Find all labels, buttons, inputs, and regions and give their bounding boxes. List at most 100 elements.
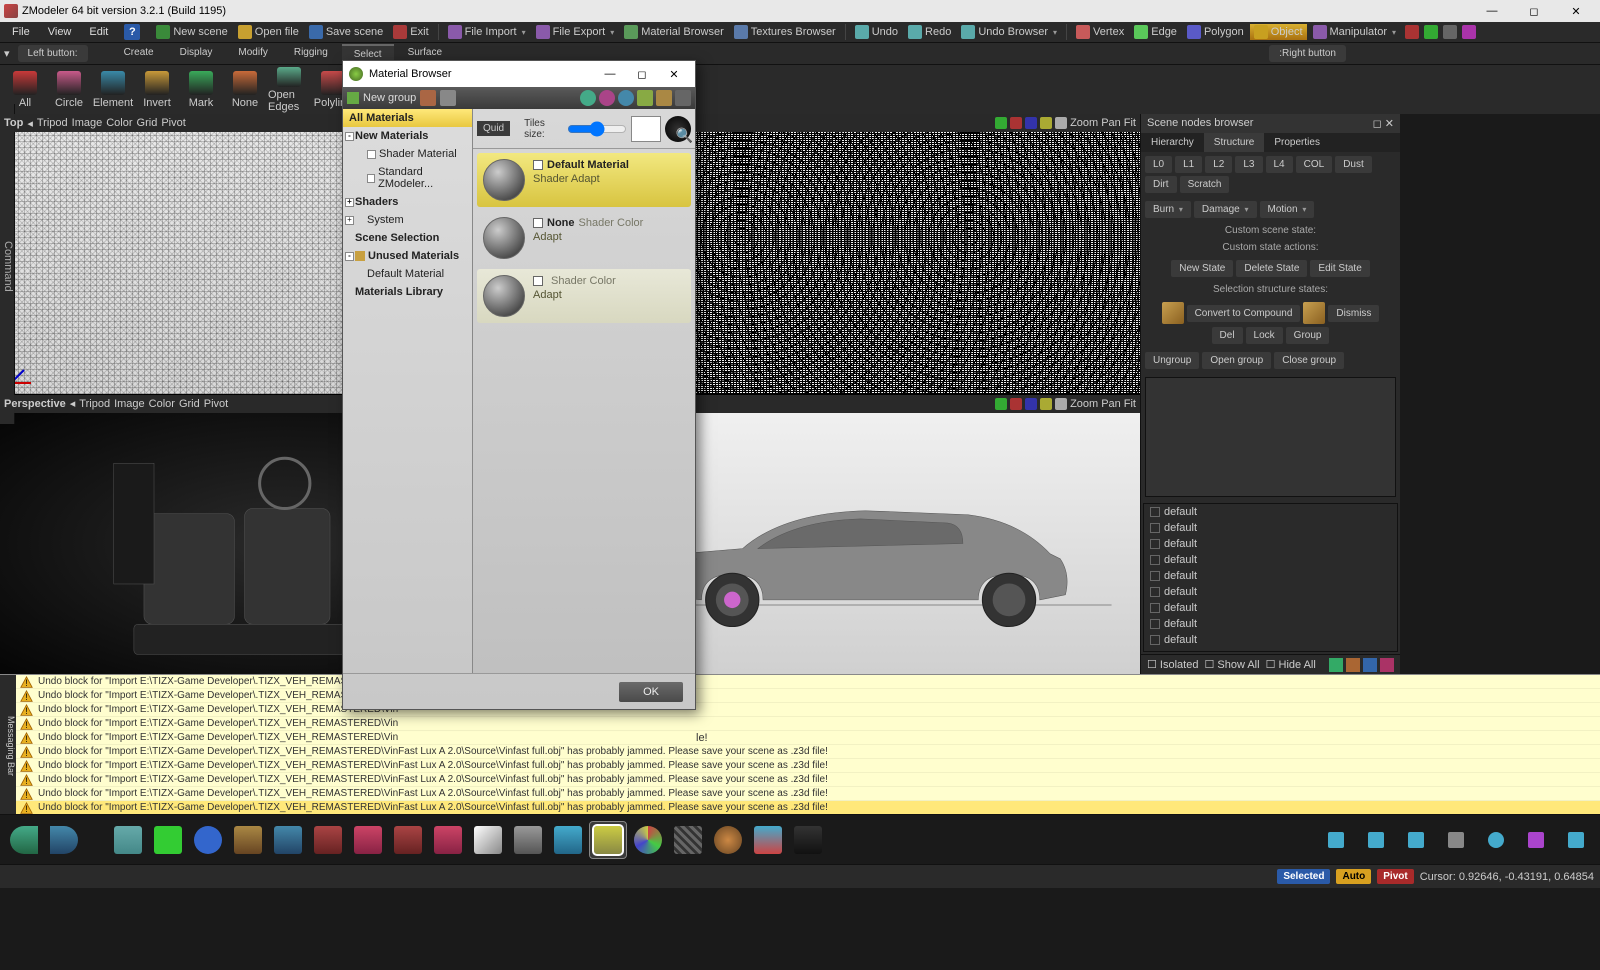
node-item[interactable]: default: [1144, 568, 1397, 584]
tool-icon[interactable]: [750, 822, 786, 858]
tool-icon[interactable]: [630, 822, 666, 858]
material-browser-dialog[interactable]: Material Browser — ◻ ✕ New group All Mat…: [342, 60, 696, 710]
vertex-button[interactable]: Vertex: [1072, 24, 1128, 40]
tool-icon[interactable]: [230, 822, 266, 858]
node-item[interactable]: default: [1144, 616, 1397, 632]
tool-icon[interactable]: [1443, 25, 1457, 39]
tool-icon[interactable]: [580, 90, 596, 106]
lod-l2[interactable]: L2: [1205, 156, 1232, 173]
log-line[interactable]: !Undo block for "Import E:\TIZX-Game Dev…: [16, 689, 1600, 703]
snap-icon[interactable]: [1518, 822, 1554, 858]
filter-icon[interactable]: [1380, 658, 1394, 672]
tool-icon[interactable]: [637, 90, 653, 106]
ok-button[interactable]: OK: [619, 682, 683, 702]
tool-icon[interactable]: [599, 90, 615, 106]
vp-zoom[interactable]: Zoom: [1070, 117, 1098, 129]
preview-icon[interactable]: [631, 116, 661, 142]
group-button[interactable]: Group: [1286, 327, 1330, 344]
maximize-button[interactable]: ◻: [1514, 1, 1554, 21]
burn-dropdown[interactable]: Burn ▾: [1145, 201, 1191, 218]
menu-file[interactable]: File: [4, 24, 38, 40]
vp-opt[interactable]: Image: [114, 398, 145, 410]
del-button[interactable]: Del: [1212, 327, 1243, 344]
structure-list[interactable]: [1145, 377, 1396, 497]
vp-opt[interactable]: Color: [149, 398, 175, 410]
tree-item[interactable]: +Shaders: [343, 193, 472, 211]
tool-icon[interactable]: [420, 90, 436, 106]
lod-l4[interactable]: L4: [1266, 156, 1293, 173]
edit-state-button[interactable]: Edit State: [1310, 260, 1369, 277]
edge-button[interactable]: Edge: [1130, 24, 1181, 40]
tool-icon[interactable]: [618, 90, 634, 106]
node-item[interactable]: default: [1144, 584, 1397, 600]
collapse-icon[interactable]: ▾: [0, 47, 14, 60]
tool-icon[interactable]: [710, 822, 746, 858]
tool-icon[interactable]: [1424, 25, 1438, 39]
tiles-size-slider[interactable]: [567, 121, 627, 137]
lod-l3[interactable]: L3: [1235, 156, 1262, 173]
status-pivot[interactable]: Pivot: [1377, 869, 1413, 884]
new-scene-button[interactable]: New scene: [152, 24, 231, 40]
command-sidebar[interactable]: Command: [0, 104, 15, 424]
node-item[interactable]: default: [1144, 520, 1397, 536]
close-button[interactable]: ✕: [1556, 1, 1596, 21]
log-line[interactable]: !Undo block for "Import E:\TIZX-Game Dev…: [16, 731, 1600, 745]
undo-icon[interactable]: [6, 822, 42, 858]
status-auto[interactable]: Auto: [1336, 869, 1371, 884]
vp-fit[interactable]: Fit: [1124, 398, 1136, 410]
motion-dropdown[interactable]: Motion ▾: [1260, 201, 1315, 218]
textures-browser-button[interactable]: Textures Browser: [730, 24, 840, 40]
none-button[interactable]: None: [224, 67, 266, 113]
left-button-label[interactable]: Left button:: [18, 45, 88, 62]
material-browser-button[interactable]: Material Browser: [620, 24, 728, 40]
log-line[interactable]: !Undo block for "Import E:\TIZX-Game Dev…: [16, 759, 1600, 773]
panel-tab-structure[interactable]: Structure: [1204, 133, 1265, 152]
node-item[interactable]: default: [1144, 648, 1397, 652]
log-line[interactable]: !Undo block for "Import E:\TIZX-Game Dev…: [16, 801, 1600, 814]
showall-button[interactable]: ☐ Show All: [1204, 658, 1259, 671]
tab-rigging[interactable]: Rigging: [282, 44, 340, 63]
tree-item[interactable]: +System: [343, 211, 472, 229]
undo-browser-button[interactable]: Undo Browser▾: [957, 24, 1061, 40]
material-item[interactable]: Shader ColorAdapt: [477, 269, 691, 323]
snap-icon[interactable]: [1558, 822, 1594, 858]
delete-state-button[interactable]: Delete State: [1236, 260, 1307, 277]
vp-opt[interactable]: Pivot: [161, 117, 185, 129]
cursor-icon[interactable]: [470, 822, 506, 858]
vp-fit[interactable]: Fit: [1124, 117, 1136, 129]
save-scene-button[interactable]: Save scene: [305, 24, 387, 40]
filter-icon[interactable]: [1329, 658, 1343, 672]
damage-dropdown[interactable]: Damage ▾: [1194, 201, 1257, 218]
manipulator-button[interactable]: Manipulator▾: [1309, 24, 1401, 40]
panel-tab-hierarchy[interactable]: Hierarchy: [1141, 133, 1204, 152]
material-list[interactable]: Default MaterialShader AdaptNoneShader C…: [473, 149, 695, 673]
quid-label[interactable]: Quid: [477, 121, 510, 136]
messaging-bar-label[interactable]: Messaging Bar: [0, 675, 16, 814]
snap-icon[interactable]: [1438, 822, 1474, 858]
file-import-button[interactable]: File Import▾: [444, 24, 530, 40]
tool-icon[interactable]: [390, 822, 426, 858]
ungroup-button[interactable]: Ungroup: [1145, 352, 1199, 369]
lod-l1[interactable]: L1: [1175, 156, 1202, 173]
tool-icon[interactable]: [270, 822, 306, 858]
material-tree[interactable]: All Materials-New MaterialsShader Materi…: [343, 109, 473, 673]
lod-scratch[interactable]: Scratch: [1180, 176, 1230, 193]
tree-item[interactable]: Default Material: [343, 265, 472, 283]
log-line[interactable]: !Undo block for "Import E:\TIZX-Game Dev…: [16, 703, 1600, 717]
log-line[interactable]: !Undo block for "Import E:\TIZX-Game Dev…: [16, 773, 1600, 787]
mark-button[interactable]: Mark: [180, 67, 222, 113]
vp-opt[interactable]: Grid: [179, 398, 200, 410]
search-icon[interactable]: 🔍: [665, 116, 691, 142]
messaging-bar[interactable]: Messaging Bar !Undo block for "Import E:…: [0, 674, 1600, 814]
log-line[interactable]: !Undo block for "Import E:\TIZX-Game Dev…: [16, 675, 1600, 689]
tree-item[interactable]: Shader Material: [343, 145, 472, 163]
material-item[interactable]: NoneShader ColorAdapt: [477, 211, 691, 265]
redo-button[interactable]: Redo: [904, 24, 955, 40]
lod-dirt[interactable]: Dirt: [1145, 176, 1177, 193]
open-group-button[interactable]: Open group: [1202, 352, 1271, 369]
status-selected[interactable]: Selected: [1277, 869, 1330, 884]
tool-icon[interactable]: [350, 822, 386, 858]
dialog-maximize[interactable]: ◻: [627, 64, 657, 84]
vp-opt[interactable]: Image: [72, 117, 103, 129]
lock-button[interactable]: Lock: [1246, 327, 1283, 344]
